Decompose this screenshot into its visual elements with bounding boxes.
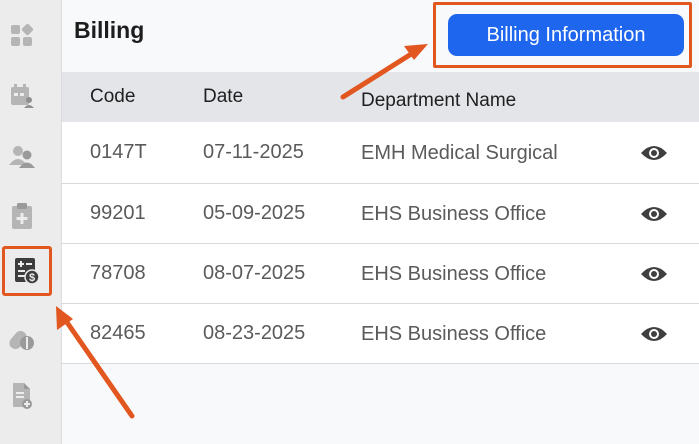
- view-button[interactable]: [640, 320, 668, 348]
- sidebar-item-dashboard[interactable]: [0, 14, 44, 58]
- column-header-code[interactable]: Code: [90, 86, 135, 108]
- cell-code: 0147T: [90, 141, 147, 163]
- app-root: $ Billing Billing Information Code Date …: [0, 0, 699, 444]
- billing-icon: $: [15, 258, 40, 285]
- table-row: 99201 05-09-2025 EHS Business Office: [62, 184, 699, 244]
- cell-department: EHS Business Office: [361, 202, 547, 225]
- eye-icon: [641, 266, 667, 281]
- users-icon: [9, 146, 35, 168]
- sidebar-item-appointments[interactable]: [0, 74, 44, 118]
- view-button[interactable]: [640, 200, 668, 228]
- cell-department: EHS Business Office: [361, 322, 547, 345]
- billing-information-button[interactable]: Billing Information: [448, 14, 684, 56]
- cell-date: 05-09-2025: [203, 202, 306, 224]
- sidebar-item-billing[interactable]: $: [2, 246, 52, 296]
- table-row: 78708 08-07-2025 EHS Business Office: [62, 244, 699, 304]
- clipboard-medical-icon: [12, 203, 32, 229]
- sidebar-item-clinical[interactable]: [0, 194, 44, 238]
- cell-department: EMH Medical Surgical: [361, 141, 558, 164]
- sidebar: $: [0, 0, 62, 444]
- eye-icon: [641, 326, 667, 341]
- table-row: 82465 08-23-2025 EHS Business Office: [62, 304, 699, 364]
- sidebar-item-patients[interactable]: [0, 134, 44, 178]
- view-button[interactable]: [640, 260, 668, 288]
- cell-code: 78708: [90, 262, 146, 284]
- cell-date: 08-07-2025: [203, 262, 306, 284]
- calendar-user-icon: [11, 84, 34, 108]
- cell-date: 08-23-2025: [203, 322, 306, 344]
- svg-text:$: $: [29, 272, 35, 284]
- eye-icon: [641, 206, 667, 221]
- dashboard-icon: [11, 24, 34, 46]
- table-row: 0147T 07-11-2025 EMH Medical Surgical: [62, 122, 699, 184]
- column-header-department[interactable]: Department Name: [361, 86, 561, 116]
- document-medical-icon: [13, 383, 32, 409]
- table-header: Code Date Department Name: [62, 72, 699, 122]
- sidebar-item-documents[interactable]: [0, 374, 44, 418]
- cell-department: EHS Business Office: [361, 262, 547, 285]
- view-button[interactable]: [640, 139, 668, 167]
- main-content: Billing Billing Information Code Date De…: [62, 0, 699, 444]
- eye-icon: [641, 145, 667, 160]
- pills-icon: [9, 330, 34, 350]
- billing-table: Code Date Department Name 0147T 07-11-20…: [62, 72, 699, 364]
- cell-code: 99201: [90, 202, 146, 224]
- sidebar-item-medications[interactable]: [0, 316, 44, 360]
- cell-code: 82465: [90, 322, 146, 344]
- column-header-date[interactable]: Date: [203, 86, 243, 108]
- cell-date: 07-11-2025: [203, 141, 304, 163]
- page-title: Billing: [74, 17, 145, 43]
